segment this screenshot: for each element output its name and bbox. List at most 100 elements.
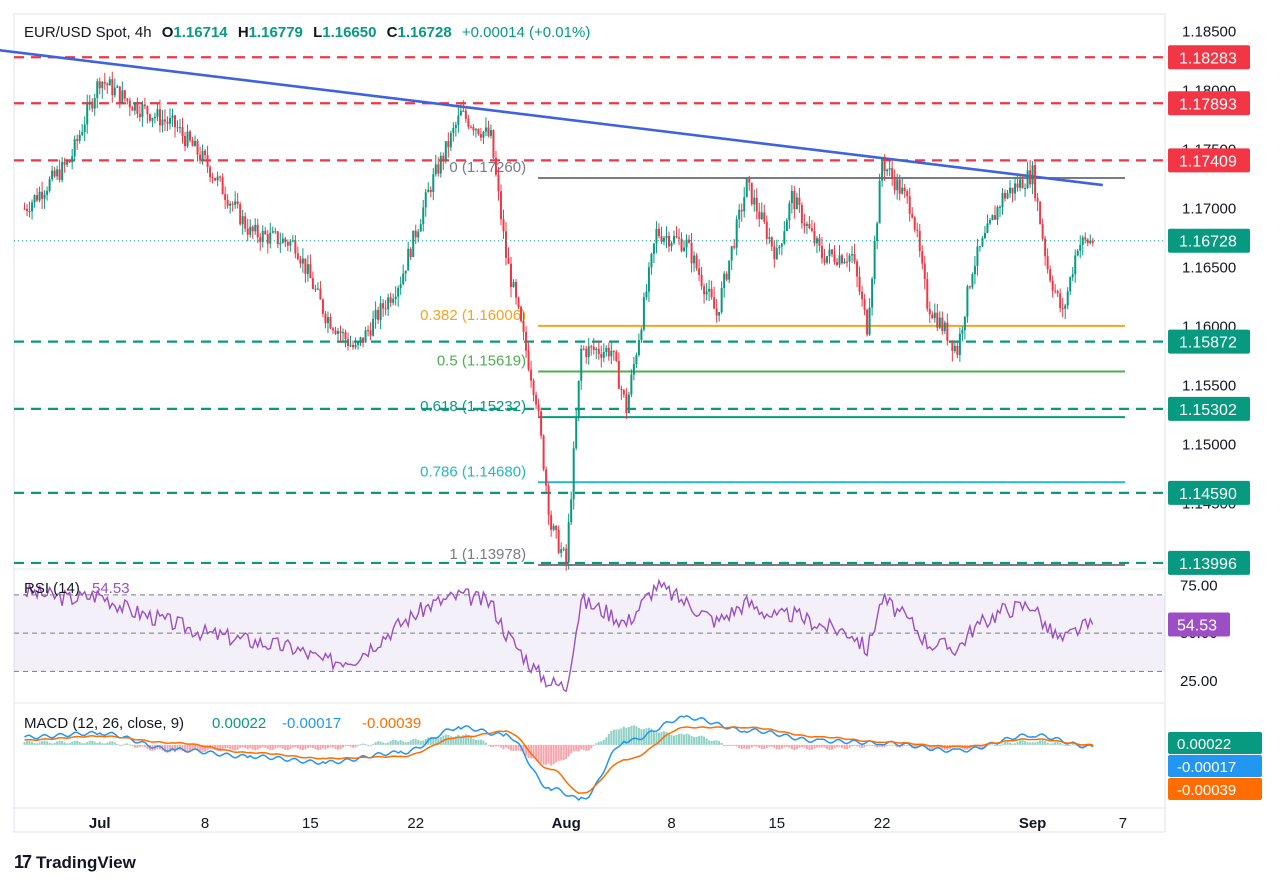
- price-badge-label: 1.17893: [1179, 96, 1237, 113]
- symbol-header: EUR/USD Spot, 4h O1.16714 H1.16779 L1.16…: [24, 24, 596, 41]
- candle-body: [279, 243, 281, 244]
- candle-body: [768, 237, 770, 239]
- candle-body: [257, 225, 259, 237]
- candle-body: [623, 390, 625, 394]
- macd-histogram-bar: [716, 740, 718, 745]
- candle-body: [1042, 224, 1044, 238]
- candle-body: [184, 136, 186, 146]
- macd-histogram-bar: [605, 737, 607, 744]
- candle-body: [146, 106, 148, 114]
- candle-body: [1059, 293, 1061, 308]
- macd-histogram-bar: [515, 745, 517, 751]
- macd-histogram-bar: [535, 745, 537, 759]
- macd-histogram-bar: [144, 745, 146, 747]
- macd-histogram-bar: [500, 745, 502, 748]
- tradingview-logo[interactable]: 17 TradingView: [14, 852, 136, 873]
- candle-body: [435, 164, 437, 174]
- candle-body: [71, 156, 73, 162]
- macd-histogram-bar: [846, 745, 848, 749]
- macd-histogram-bar: [317, 745, 319, 750]
- macd-histogram-bar: [796, 745, 798, 749]
- candle-body: [187, 132, 189, 147]
- macd-histogram-bar: [319, 745, 321, 750]
- macd-histogram-bar: [548, 745, 550, 764]
- candle-body: [304, 258, 306, 273]
- candle-body: [899, 179, 901, 193]
- candle-body: [901, 188, 903, 194]
- macd-histogram-bar: [111, 741, 113, 745]
- candle-body: [620, 389, 622, 390]
- candle-body: [437, 164, 439, 173]
- candle-body: [457, 115, 459, 124]
- macd-histogram-bar: [297, 745, 299, 748]
- macd-histogram-bar: [232, 745, 234, 750]
- candle-body: [375, 310, 377, 319]
- candle-body: [828, 250, 830, 257]
- macd-histogram-bar: [570, 745, 572, 753]
- candle-body: [219, 177, 221, 178]
- macd-histogram-bar: [1024, 741, 1026, 745]
- candle-body: [427, 190, 429, 193]
- candle-body: [608, 348, 610, 356]
- fib-level-label: 0.618 (1.15232): [420, 398, 526, 415]
- macd-histogram-bar: [26, 741, 28, 745]
- macd-histogram-bar: [372, 744, 374, 745]
- macd-histogram-bar: [242, 745, 244, 747]
- macd-histogram-bar: [540, 745, 542, 763]
- candle-body: [492, 130, 494, 158]
- candle-body: [575, 418, 577, 449]
- macd-histogram-bar: [653, 730, 655, 744]
- macd-histogram-bar: [342, 745, 344, 748]
- macd-histogram-bar: [269, 745, 271, 750]
- candle-body: [991, 215, 993, 220]
- candle-body: [580, 349, 582, 381]
- signal-value: -0.00039: [362, 715, 421, 732]
- macd-histogram-bar: [472, 739, 474, 745]
- candle-body: [864, 299, 866, 310]
- macd-histogram-bar: [738, 745, 740, 748]
- macd-histogram-bar: [691, 736, 693, 745]
- macd-histogram-bar: [131, 745, 133, 746]
- macd-histogram-bar: [1039, 740, 1041, 745]
- macd-histogram-bar: [874, 745, 876, 747]
- candle-body: [625, 394, 627, 413]
- candle-body: [919, 231, 921, 251]
- macd-histogram-bar: [758, 745, 760, 748]
- candle-body: [633, 364, 635, 375]
- macd-histogram-bar: [1064, 745, 1066, 746]
- candle-body: [585, 349, 587, 357]
- rsi-tick-label: 75.00: [1180, 577, 1218, 594]
- time-tick-label: 8: [667, 815, 675, 832]
- candle-body: [192, 140, 194, 146]
- chart-area[interactable]: 1.185001.180001.175001.170001.165001.160…: [0, 0, 1280, 886]
- candle-body: [728, 261, 730, 280]
- candle-body: [713, 297, 715, 309]
- candle-body: [274, 231, 276, 232]
- macd-histogram-bar: [332, 745, 334, 748]
- candle-body: [748, 178, 750, 182]
- candle-body: [884, 162, 886, 171]
- candle-body: [944, 323, 946, 331]
- price-tick-label: 1.16500: [1182, 260, 1236, 277]
- macd-histogram-bar: [370, 745, 372, 746]
- macd-histogram-bar: [811, 745, 813, 750]
- macd-histogram-bar: [247, 745, 249, 750]
- candle-body: [771, 237, 773, 246]
- macd-histogram-bar: [385, 743, 387, 745]
- candle-body: [555, 526, 557, 530]
- macd-histogram-bar: [510, 745, 512, 751]
- macd-histogram-bar: [678, 734, 680, 745]
- macd-histogram-bar: [410, 740, 412, 744]
- candle-body: [929, 309, 931, 314]
- macd-histogram-bar: [718, 741, 720, 745]
- candle-body: [1052, 281, 1054, 291]
- macd-histogram-bar: [585, 745, 587, 751]
- candle-body: [841, 255, 843, 263]
- macd-histogram-bar: [861, 745, 863, 748]
- price-badge-label: 1.15872: [1179, 335, 1237, 352]
- candle-body: [417, 232, 419, 238]
- candle-body: [462, 111, 464, 112]
- candle-body: [924, 263, 926, 279]
- candle-body: [252, 227, 254, 232]
- candle-body: [851, 254, 853, 255]
